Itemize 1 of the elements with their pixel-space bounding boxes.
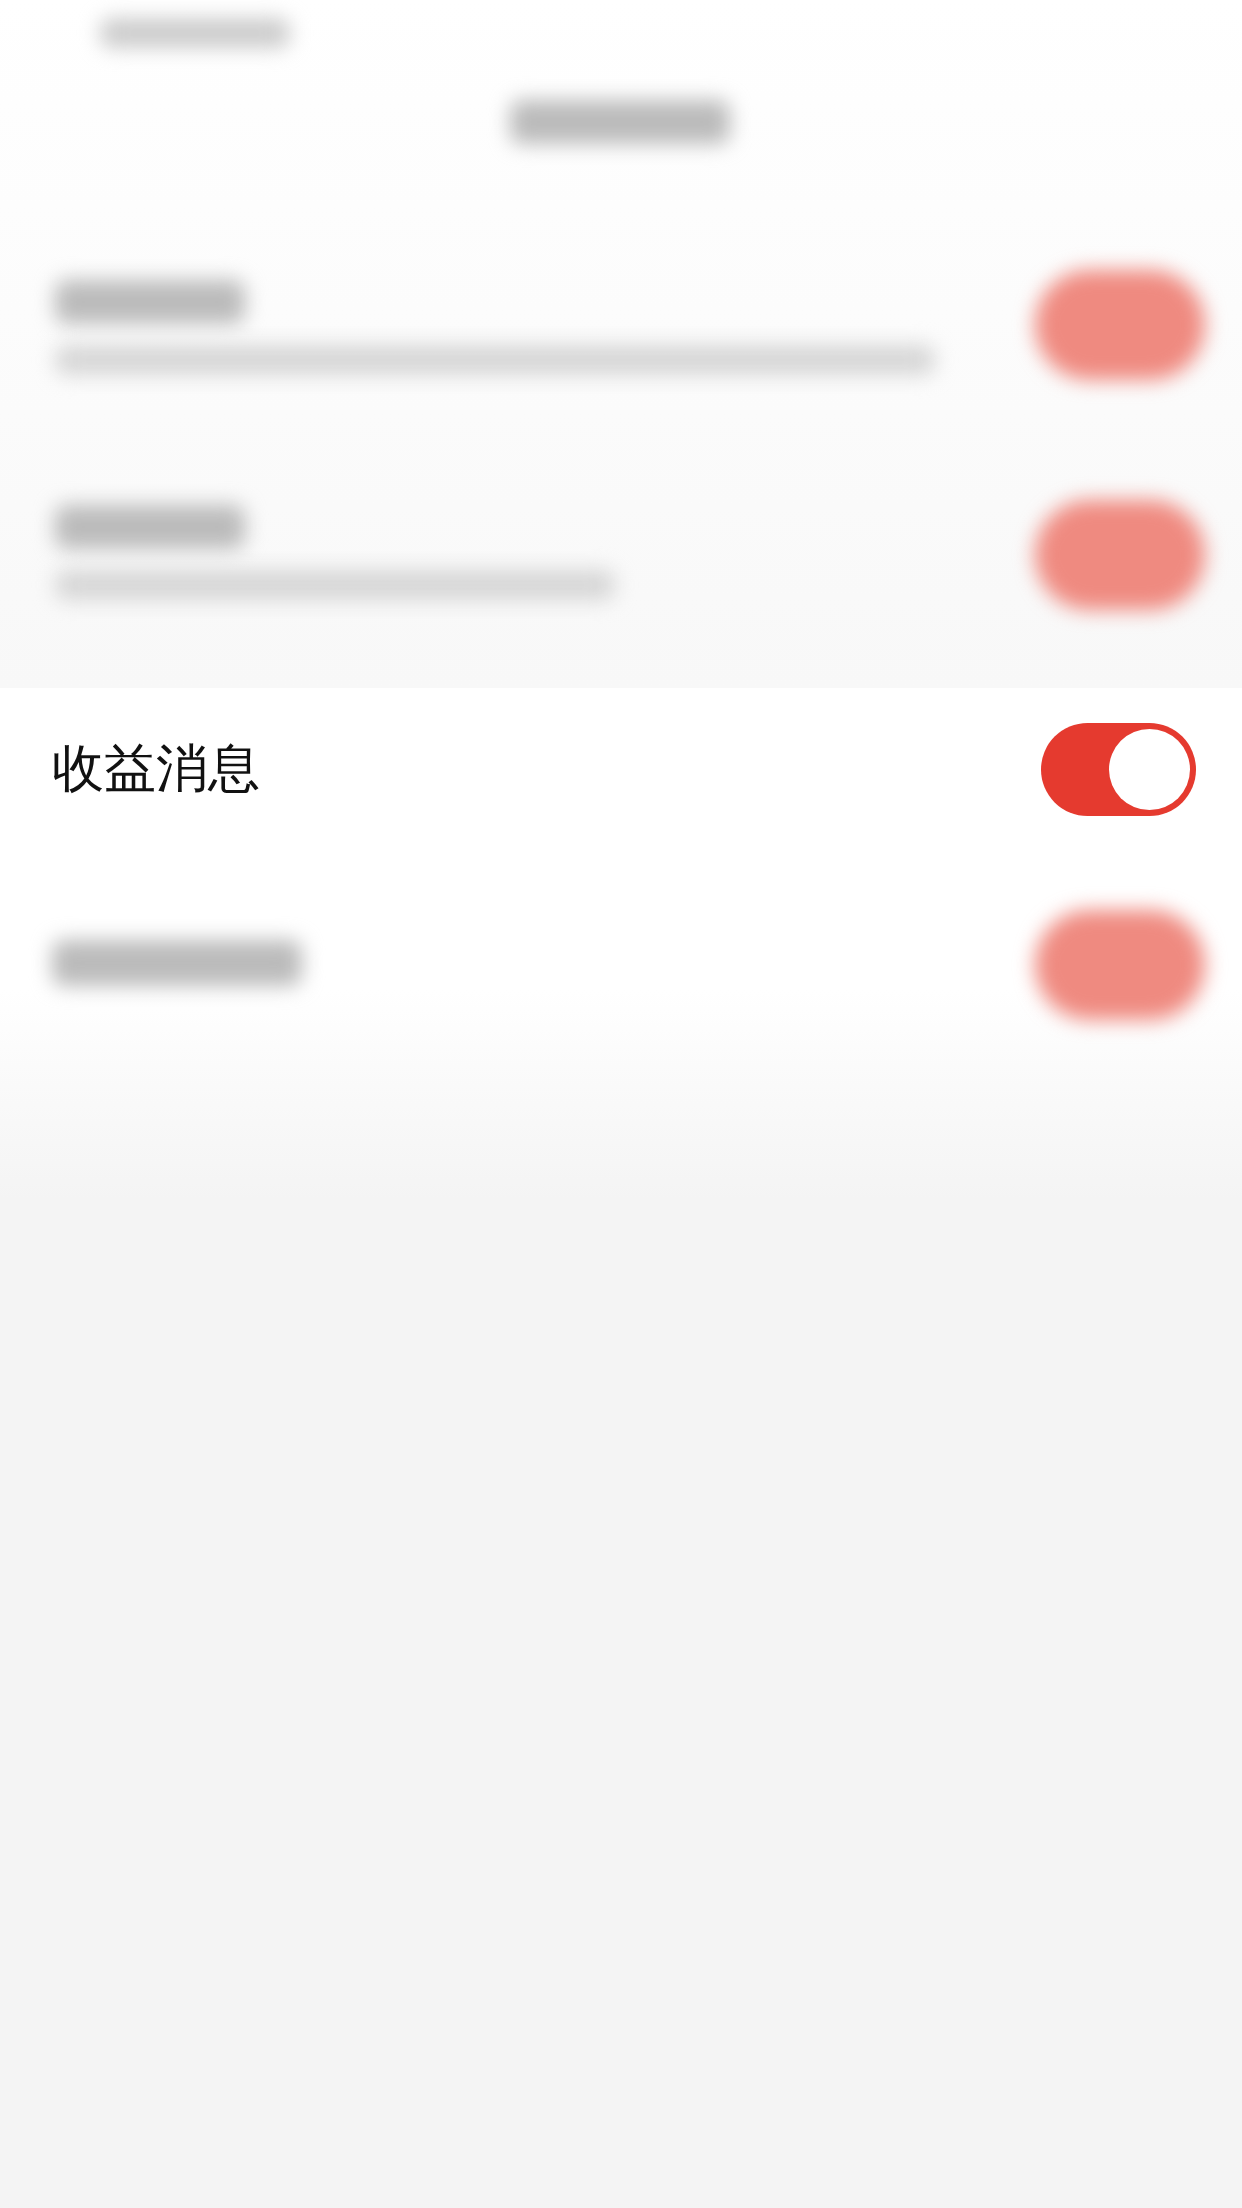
setting-label: 收益消息 [52, 737, 260, 800]
